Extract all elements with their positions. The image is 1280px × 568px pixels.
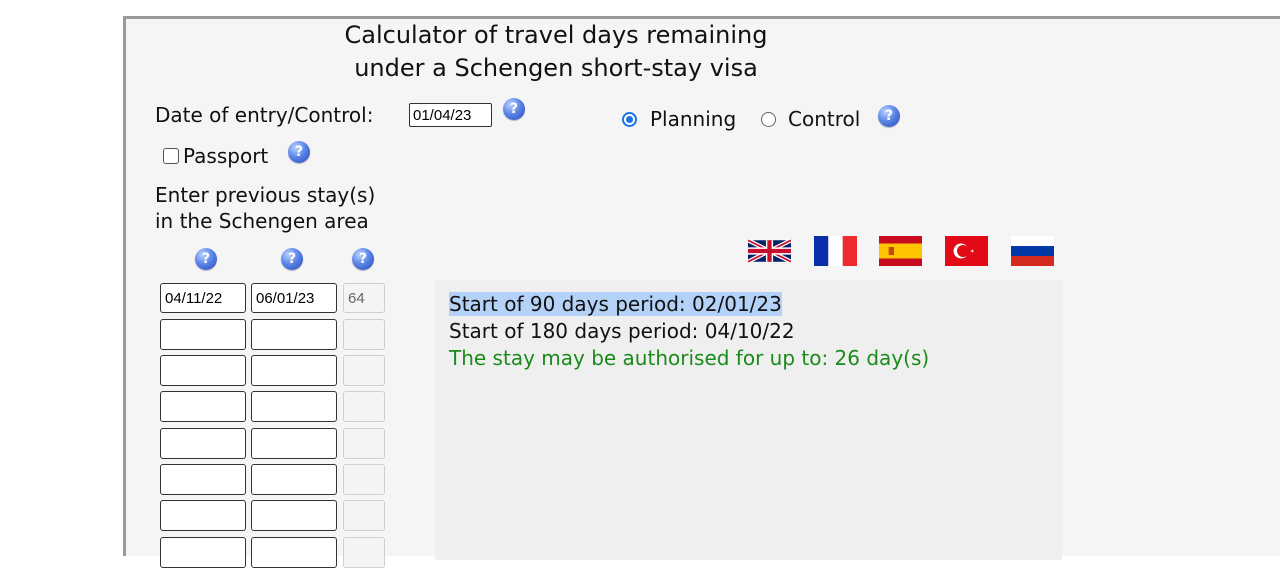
stays-heading-line-1: Enter previous stay(s): [155, 183, 376, 207]
stay-days-output: [343, 391, 385, 422]
stay-days-output: [343, 464, 385, 495]
stay-start-input[interactable]: [160, 319, 246, 350]
control-radio[interactable]: [761, 112, 776, 127]
stay-days-output: [343, 537, 385, 568]
help-icon[interactable]: ?: [352, 248, 374, 270]
france-flag-icon[interactable]: [814, 236, 857, 266]
stay-start-input[interactable]: [160, 428, 246, 459]
help-icon[interactable]: ?: [281, 248, 303, 270]
stay-end-input[interactable]: [251, 283, 337, 313]
stay-start-input[interactable]: [160, 283, 246, 313]
turkey-flag-icon[interactable]: [945, 236, 988, 266]
help-icon[interactable]: ?: [503, 98, 525, 120]
stay-days-output: [343, 500, 385, 531]
result-180-days-period: Start of 180 days period: 04/10/22: [449, 319, 795, 343]
russia-flag-icon[interactable]: [1011, 236, 1054, 266]
page-title: Calculator of travel days remaining unde…: [316, 19, 796, 85]
passport-checkbox[interactable]: [163, 148, 179, 164]
stay-days-output: [343, 319, 385, 350]
entry-date-input[interactable]: [409, 103, 492, 127]
result-90-days-period: Start of 90 days period: 02/01/23: [449, 292, 782, 316]
stay-start-input[interactable]: [160, 464, 246, 495]
help-icon[interactable]: ?: [288, 141, 310, 163]
title-line-1: Calculator of travel days remaining: [344, 21, 768, 49]
result-authorised-days: The stay may be authorised for up to: 26…: [449, 346, 930, 370]
stay-start-input[interactable]: [160, 500, 246, 531]
uk-flag-icon[interactable]: [748, 236, 791, 266]
stay-start-input[interactable]: [160, 391, 246, 422]
help-icon[interactable]: ?: [878, 105, 900, 127]
stay-end-input[interactable]: [251, 464, 337, 495]
control-label[interactable]: Control: [788, 107, 860, 131]
help-icon[interactable]: ?: [195, 248, 217, 270]
stay-end-input[interactable]: [251, 428, 337, 459]
calculator-panel: Calculator of travel days remaining unde…: [123, 16, 1280, 568]
spain-flag-icon[interactable]: [879, 236, 922, 266]
result-panel: Start of 90 days period: 02/01/23 Start …: [435, 280, 1062, 560]
stay-days-output: [343, 283, 385, 313]
title-line-2: under a Schengen short-stay visa: [354, 54, 758, 82]
planning-radio[interactable]: [622, 112, 637, 127]
passport-label[interactable]: Passport: [183, 144, 268, 168]
stay-end-input[interactable]: [251, 355, 337, 386]
stay-end-input[interactable]: [251, 500, 337, 531]
stay-start-input[interactable]: [160, 537, 246, 568]
stay-end-input[interactable]: [251, 319, 337, 350]
entry-date-label: Date of entry/Control:: [155, 103, 374, 127]
stay-days-output: [343, 428, 385, 459]
planning-label[interactable]: Planning: [650, 107, 736, 131]
stays-heading-line-2: in the Schengen area: [155, 209, 369, 233]
stay-end-input[interactable]: [251, 537, 337, 568]
stay-start-input[interactable]: [160, 355, 246, 386]
stay-days-output: [343, 355, 385, 386]
stay-end-input[interactable]: [251, 391, 337, 422]
